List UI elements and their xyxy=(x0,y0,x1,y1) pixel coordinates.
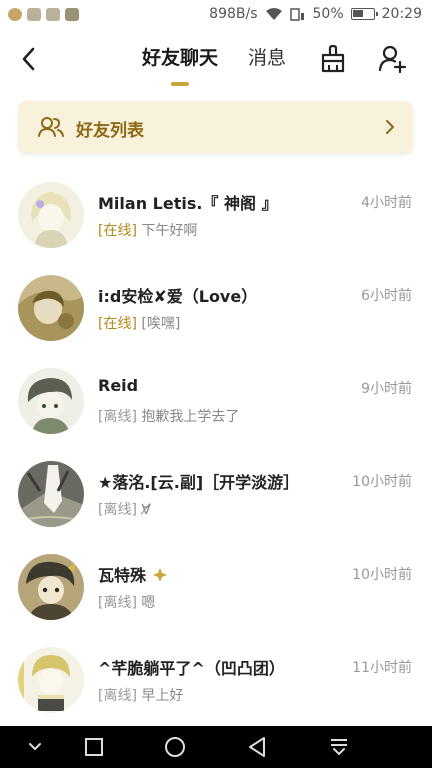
last-message: 抱歉我上学去了 xyxy=(141,409,240,425)
battery-icon xyxy=(350,8,378,20)
back-arrow-icon[interactable] xyxy=(14,42,44,76)
chat-preview: [离线] 抱歉我上学去了 xyxy=(98,406,239,426)
chat-preview: [离线] ∀̸ xyxy=(98,499,151,519)
chat-name: i:d安检✘爱（Love） xyxy=(98,287,258,306)
status-label: [离线] xyxy=(98,595,137,611)
friends-icon xyxy=(38,117,64,137)
chat-name: ^芊脆躺平了^（凹凸团） xyxy=(98,659,285,678)
avatar xyxy=(18,554,84,620)
chevron-right-icon xyxy=(386,120,394,134)
chevron-down-icon[interactable] xyxy=(22,734,48,760)
status-label: [在线] xyxy=(98,223,137,239)
status-label: [离线] xyxy=(98,688,137,704)
chat-time: 10小时前 xyxy=(352,474,412,490)
chat-item[interactable]: ★落洺.[云.副]［开学淡游］ 10小时前 [离线] ∀̸ xyxy=(0,447,432,540)
avatar xyxy=(18,461,84,527)
chat-item[interactable]: 瓦特殊 10小时前 [离线] 嗯 xyxy=(0,540,432,633)
last-message: ∀̸ xyxy=(141,502,151,518)
home-icon[interactable] xyxy=(162,734,188,760)
chat-name: 瓦特殊 xyxy=(98,562,168,586)
broom-icon[interactable] xyxy=(318,44,348,74)
avatar xyxy=(18,368,84,434)
battery-percent: 50% xyxy=(312,6,344,22)
lock-notification-icon xyxy=(46,8,60,21)
chat-time: 11小时前 xyxy=(352,660,412,676)
chat-preview: [离线] 嗯 xyxy=(98,592,155,612)
recent-apps-icon[interactable] xyxy=(81,734,107,760)
last-message: 下午好啊 xyxy=(141,223,198,239)
avatar xyxy=(18,275,84,341)
image-notification-icon xyxy=(65,8,79,21)
last-message: 嗯 xyxy=(141,595,156,611)
chat-time: 10小时前 xyxy=(352,567,412,583)
notification-icons xyxy=(8,8,79,21)
avatar xyxy=(18,647,84,713)
chat-name: Reid xyxy=(98,376,139,395)
avatar xyxy=(18,182,84,248)
chat-name: Milan Letis.『 神阁 』 xyxy=(98,194,278,213)
chat-time: 6小时前 xyxy=(361,288,412,304)
chat-time: 9小时前 xyxy=(361,381,412,397)
app-notification-icon xyxy=(8,8,22,21)
chat-preview: [在线] [唉嘿] xyxy=(98,313,180,333)
signal-icon xyxy=(289,8,304,21)
friends-list-banner[interactable]: 好友列表 xyxy=(18,101,413,153)
notification-pull-icon[interactable] xyxy=(326,734,352,760)
last-message: 早上好 xyxy=(141,688,184,704)
last-message: [唉嘿] xyxy=(141,316,181,332)
tab-messages[interactable]: 消息 xyxy=(248,44,286,78)
network-speed: 898B/s xyxy=(209,6,258,22)
chat-name: ★落洺.[云.副]［开学淡游］ xyxy=(98,473,300,492)
chat-item[interactable]: ^芊脆躺平了^（凹凸团） 11小时前 [离线] 早上好 xyxy=(0,633,432,726)
status-label: [离线] xyxy=(98,409,137,425)
tab-bar: 好友聊天 消息 xyxy=(142,44,286,86)
status-bar: 898B/s 50% 20:29 xyxy=(0,0,432,30)
header: 好友聊天 消息 xyxy=(0,30,432,90)
badge-notification-icon xyxy=(27,8,41,21)
active-tab-indicator xyxy=(171,82,189,86)
chat-item[interactable]: i:d安检✘爱（Love） 6小时前 [在线] [唉嘿] xyxy=(0,261,432,354)
back-icon[interactable] xyxy=(244,734,270,760)
wifi-icon xyxy=(265,8,282,20)
chat-item[interactable]: Reid 9小时前 [离线] 抱歉我上学去了 xyxy=(0,354,432,447)
system-nav-bar xyxy=(0,726,432,768)
chat-time: 4小时前 xyxy=(361,195,412,211)
diamond-badge-icon xyxy=(152,568,167,582)
status-label: [离线] xyxy=(98,502,137,518)
add-user-icon[interactable] xyxy=(378,44,408,74)
chat-preview: [在线] 下午好啊 xyxy=(98,220,197,240)
chat-preview: [离线] 早上好 xyxy=(98,685,183,705)
tab-friend-chat[interactable]: 好友聊天 xyxy=(142,44,218,86)
clock: 20:29 xyxy=(381,6,422,22)
friends-list-label: 好友列表 xyxy=(76,121,144,141)
status-label: [在线] xyxy=(98,316,137,332)
chat-item[interactable]: Milan Letis.『 神阁 』 4小时前 [在线] 下午好啊 xyxy=(0,168,432,261)
